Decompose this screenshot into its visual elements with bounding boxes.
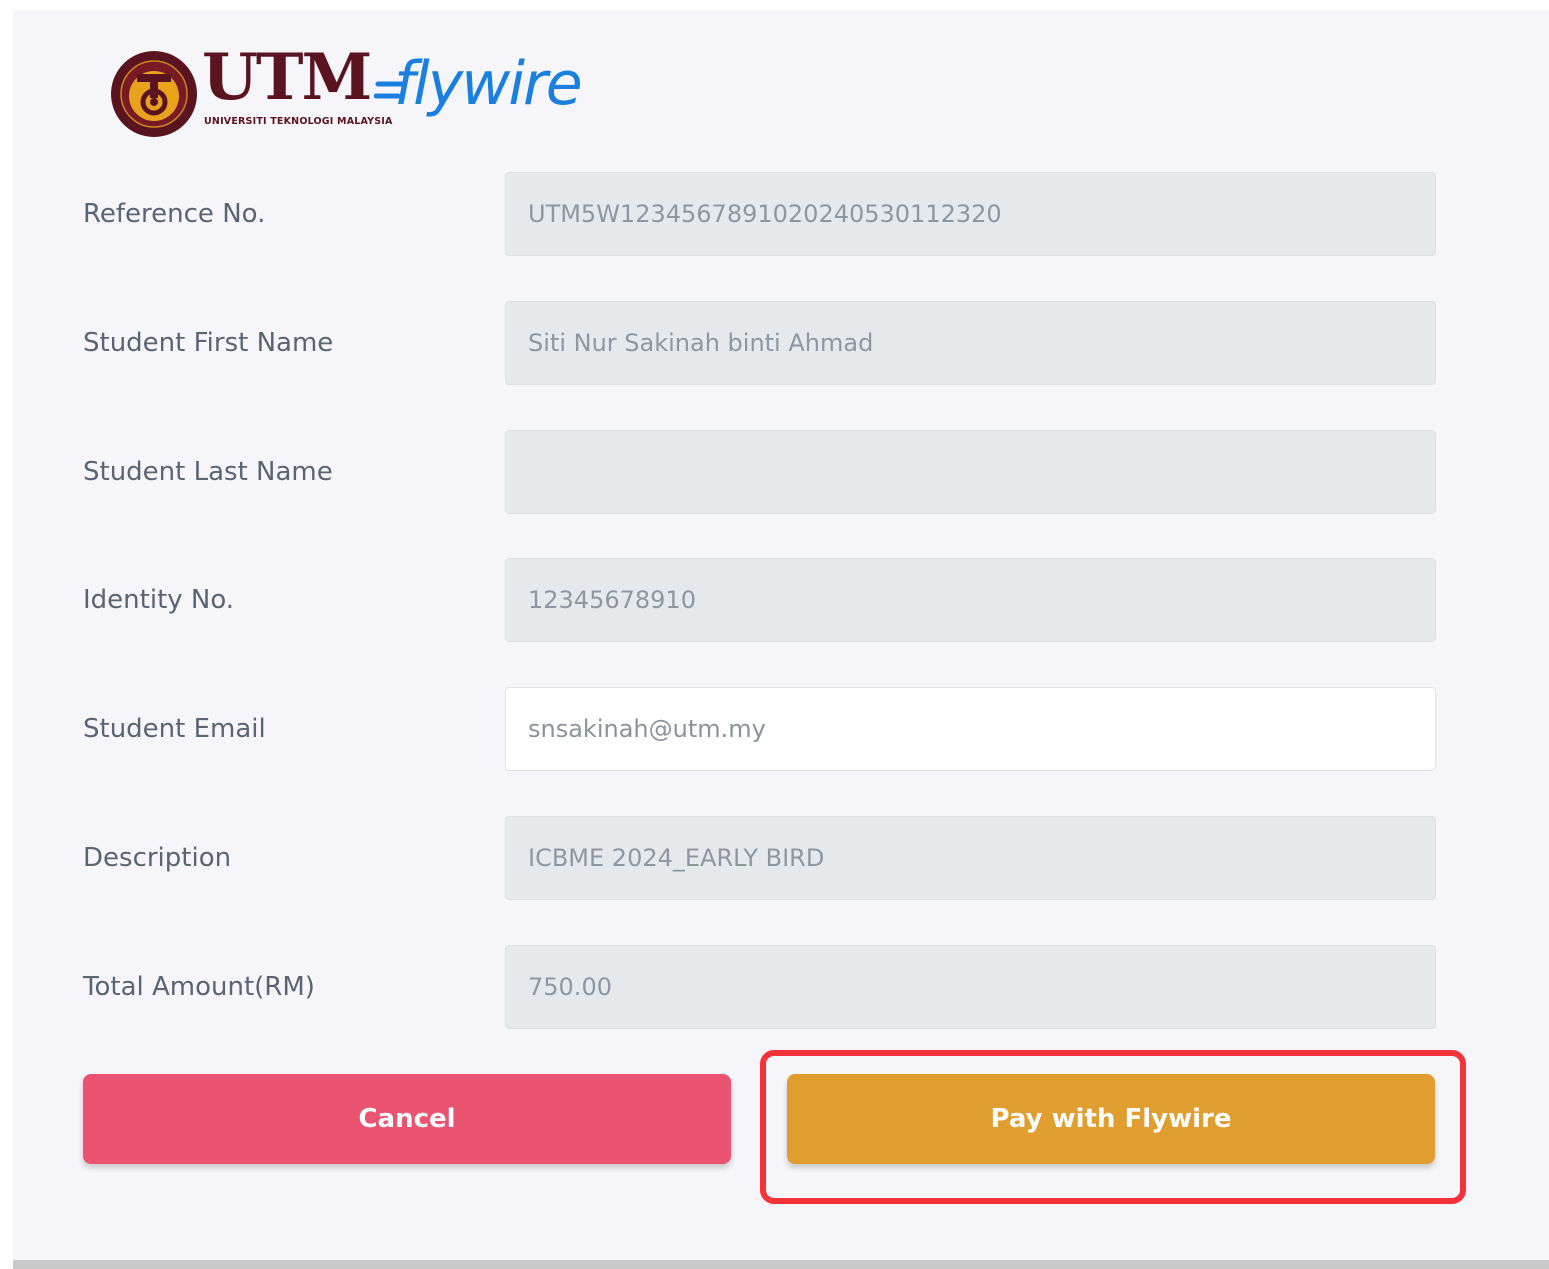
flywire-logo-text: flywire (394, 49, 583, 119)
last-name-field[interactable] (505, 430, 1436, 514)
reference-no-field[interactable] (505, 172, 1436, 256)
header-logo: UTM UNIVERSITI TEKNOLOGI MALAYSIA flywir… (110, 46, 590, 140)
email-row: Student Email (13, 687, 1549, 771)
utm-seal-icon (111, 51, 197, 137)
email-label: Student Email (83, 714, 266, 744)
identity-no-row: Identity No. (13, 558, 1549, 642)
last-name-label: Student Last Name (83, 457, 333, 487)
pay-with-flywire-button[interactable]: Pay with Flywire (787, 1074, 1435, 1164)
total-amount-row: Total Amount(RM) (13, 945, 1549, 1029)
last-name-row: Student Last Name (13, 430, 1549, 514)
identity-no-field[interactable] (505, 558, 1436, 642)
first-name-label: Student First Name (83, 328, 334, 358)
utm-logo-subtitle: UNIVERSITI TEKNOLOGI MALAYSIA (204, 116, 393, 127)
email-field[interactable] (505, 687, 1436, 771)
description-row: Description (13, 816, 1549, 900)
total-amount-label: Total Amount(RM) (83, 972, 315, 1002)
description-label: Description (83, 843, 232, 873)
reference-no-row: Reference No. (13, 172, 1549, 256)
identity-no-label: Identity No. (83, 585, 235, 615)
total-amount-field[interactable] (505, 945, 1436, 1029)
description-field[interactable] (505, 816, 1436, 900)
utm-logo-text: UTM (202, 40, 372, 115)
first-name-row: Student First Name (13, 301, 1549, 385)
payment-page: UTM UNIVERSITI TEKNOLOGI MALAYSIA flywir… (13, 10, 1549, 1260)
first-name-field[interactable] (505, 301, 1436, 385)
cancel-button[interactable]: Cancel (83, 1074, 731, 1164)
bottom-scroll-edge (13, 1260, 1549, 1269)
reference-no-label: Reference No. (83, 199, 266, 229)
